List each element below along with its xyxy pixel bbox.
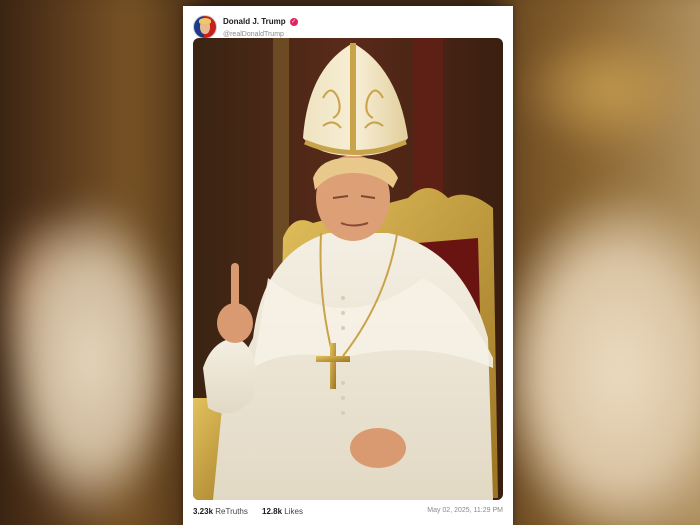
blurred-background-right bbox=[500, 0, 700, 525]
retruths-count: 3.23k bbox=[193, 507, 214, 516]
likes-label: Likes bbox=[284, 507, 303, 516]
post-footer: 3.23k ReTruths 12.8k Likes May 02, 2025,… bbox=[193, 505, 503, 519]
author-avatar[interactable] bbox=[193, 15, 217, 39]
author-name-row: Donald J. Trump ✓ bbox=[223, 17, 298, 26]
retruths-label: ReTruths bbox=[215, 507, 248, 516]
author-name[interactable]: Donald J. Trump bbox=[223, 17, 286, 26]
post-card: Donald J. Trump ✓ @realDonaldTrump 3.23k… bbox=[183, 6, 513, 525]
post-timestamp[interactable]: May 02, 2025, 11:29 PM bbox=[427, 507, 503, 514]
post-image[interactable] bbox=[193, 38, 503, 500]
avatar-hair bbox=[199, 18, 211, 24]
retruths-stat[interactable]: 3.23k ReTruths bbox=[193, 507, 248, 516]
post-image-illustration bbox=[193, 38, 503, 500]
author-handle[interactable]: @realDonaldTrump bbox=[223, 31, 284, 38]
likes-count: 12.8k bbox=[262, 507, 283, 516]
verified-badge-icon: ✓ bbox=[289, 17, 298, 26]
likes-stat[interactable]: 12.8k Likes bbox=[262, 507, 303, 516]
blurred-background-left bbox=[0, 0, 200, 525]
